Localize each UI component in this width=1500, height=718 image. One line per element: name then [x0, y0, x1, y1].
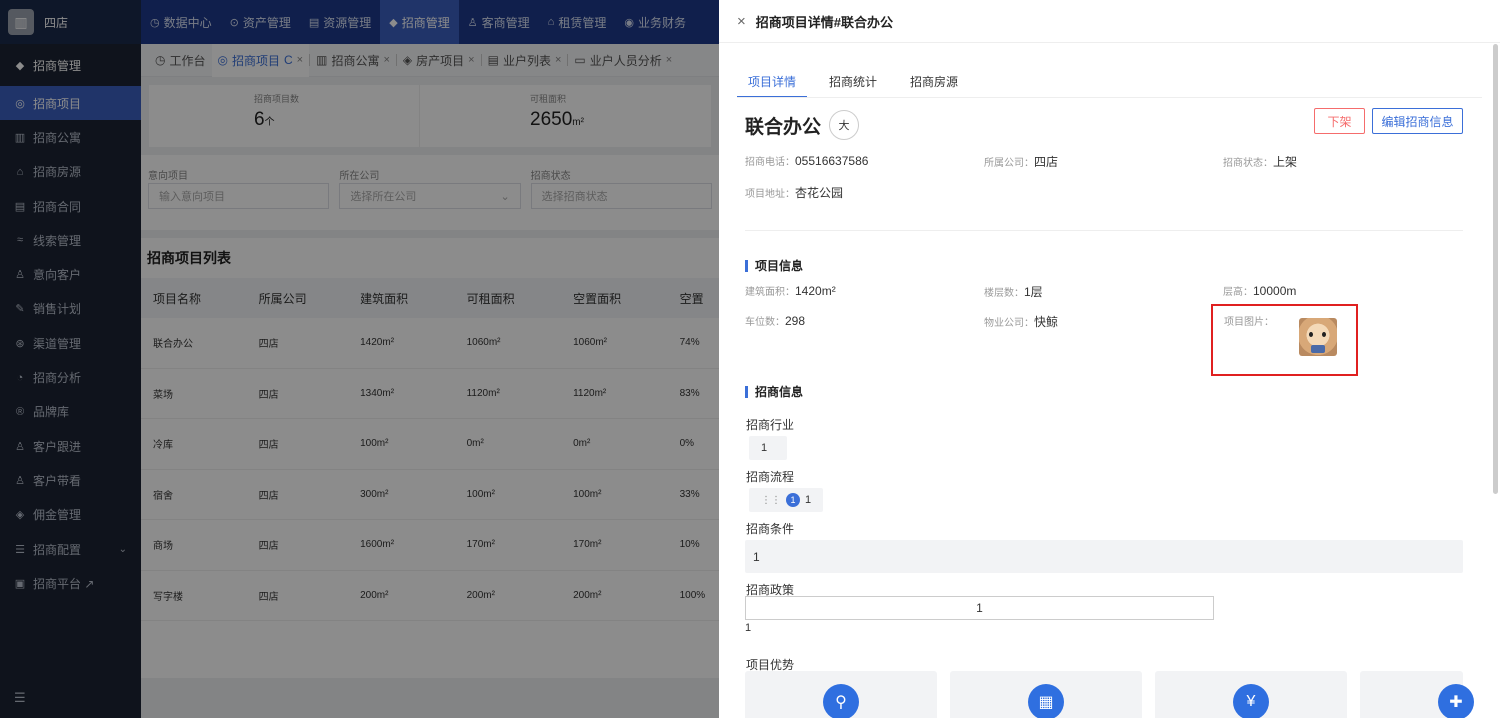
field-value: 1层 — [1024, 285, 1043, 299]
step-number-badge: 1 — [786, 493, 800, 507]
scrollbar[interactable] — [1493, 44, 1498, 494]
industry-chip: 1 — [749, 436, 787, 460]
process-label: 招商流程 — [746, 470, 795, 484]
field-property-company: 物业公司：快鲸 — [984, 313, 1058, 330]
project-detail-drawer: × 招商项目详情#联合办公 项目详情 招商统计 招商房源 联合办公 大 下架 编… — [719, 0, 1500, 718]
size-badge: 大 — [829, 110, 860, 140]
field-key: 层高： — [1223, 287, 1253, 298]
process-step-chip[interactable]: ⋮⋮ 1 1 — [749, 488, 824, 512]
apps-icon: ✚ — [1438, 684, 1474, 718]
drawer-tabs: 项目详情 招商统计 招商房源 — [737, 68, 980, 98]
tab-merchant-stats[interactable]: 招商统计 — [818, 68, 888, 98]
advantage-card: ⚲ — [745, 671, 937, 718]
money-bag-icon: ¥ — [1233, 684, 1269, 718]
field-key: 所属公司： — [984, 158, 1034, 169]
field-key: 招商状态： — [1223, 158, 1273, 169]
field-value: 10000m — [1253, 284, 1297, 298]
field-status: 招商状态：上架 — [1223, 153, 1297, 170]
edit-merchant-info-button[interactable]: 编辑招商信息 — [1372, 108, 1463, 134]
tab-merchant-listings[interactable]: 招商房源 — [899, 68, 969, 98]
advantage-card: ✚ — [1360, 671, 1474, 718]
field-address: 项目地址：杏花公园 — [745, 184, 843, 201]
take-down-button[interactable]: 下架 — [1314, 108, 1365, 134]
drawer-title: 招商项目详情#联合办公 — [755, 14, 893, 30]
field-key: 招商电话： — [745, 157, 795, 168]
project-name: 联合办公 大 — [745, 110, 860, 140]
drag-handle-icon[interactable]: ⋮⋮ — [761, 495, 781, 506]
close-icon[interactable]: × — [737, 13, 746, 30]
modal-overlay[interactable] — [0, 0, 719, 718]
field-phone: 招商电话：05516637586 — [745, 153, 868, 168]
field-height: 层高：10000m — [1223, 283, 1296, 298]
tab-divider — [737, 97, 1482, 98]
drawer-header: × 招商项目详情#联合办公 — [719, 0, 1500, 43]
field-value: 298 — [785, 314, 806, 328]
condition-text: 1 — [753, 549, 760, 564]
field-value: 杏花公园 — [795, 186, 844, 200]
field-key: 项目地址： — [745, 189, 795, 200]
advantage-card: ¥ — [1155, 671, 1347, 718]
location-icon: ⚲ — [823, 684, 859, 718]
industry-label: 招商行业 — [746, 418, 795, 432]
field-value: 1420m² — [795, 284, 836, 298]
field-build-area: 建筑面积：1420m² — [745, 283, 836, 298]
field-value: 上架 — [1273, 155, 1298, 169]
project-image-thumbnail[interactable] — [1299, 318, 1337, 356]
field-key: 楼层数： — [984, 288, 1024, 299]
field-company: 所属公司：四店 — [984, 153, 1058, 170]
tab-project-detail[interactable]: 项目详情 — [737, 68, 808, 98]
field-floors: 楼层数：1层 — [984, 283, 1043, 300]
field-key: 物业公司： — [984, 318, 1034, 329]
field-parking: 车位数：298 — [745, 313, 805, 328]
building-icon: ▦ — [1028, 684, 1064, 718]
field-key: 建筑面积： — [745, 287, 795, 298]
field-value: 四店 — [1034, 155, 1059, 169]
project-name-text: 联合办公 — [745, 116, 822, 138]
advantage-card: ▦ — [950, 671, 1142, 718]
condition-box: 1 — [745, 540, 1463, 573]
chip-text: 1 — [805, 494, 812, 506]
section-divider — [745, 230, 1463, 231]
section-title-project-info: 项目信息 — [745, 260, 803, 272]
policy-table: 1 — [745, 596, 1214, 620]
policy-note: 1 — [745, 622, 752, 634]
field-key: 车位数： — [745, 317, 785, 328]
policy-cell: 1 — [976, 601, 983, 615]
section-title-merchant-info: 招商信息 — [745, 386, 803, 398]
chip-text: 1 — [761, 442, 768, 454]
field-value: 05516637586 — [795, 154, 869, 168]
condition-label: 招商条件 — [746, 522, 795, 536]
field-value: 快鲸 — [1034, 315, 1059, 329]
